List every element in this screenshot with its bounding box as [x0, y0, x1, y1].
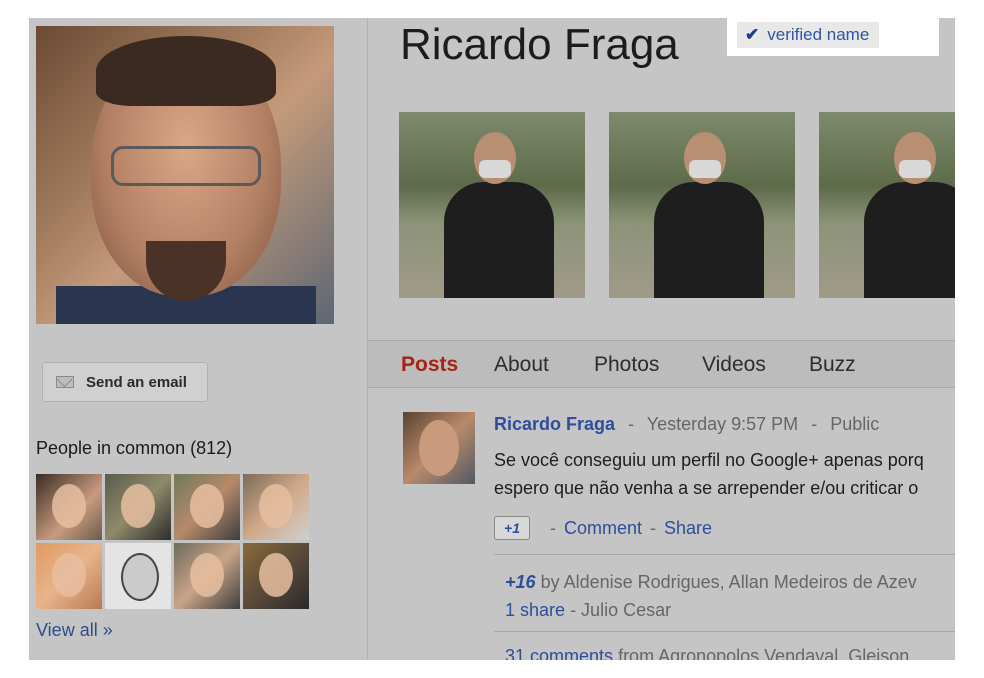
post-author-avatar[interactable]	[403, 412, 475, 484]
tab-posts[interactable]: Posts	[401, 353, 458, 377]
comments-summary: 31 comments from Agronopolos Vendaval, G…	[505, 646, 909, 660]
people-in-common-heading: People in common (812)	[36, 438, 233, 458]
verified-label: verified name	[767, 25, 870, 44]
divider	[494, 631, 955, 632]
person-avatar[interactable]	[105, 543, 171, 609]
post-text-line: Se você conseguiu um perfil no Google+ a…	[494, 450, 924, 470]
tab-buzz[interactable]: Buzz	[809, 353, 856, 377]
person-avatar[interactable]	[105, 474, 171, 540]
comments-from-text: from Agronopolos Vendaval, Gleison	[618, 646, 910, 660]
post-visibility[interactable]: Public	[830, 414, 879, 434]
plus-count-link[interactable]: +16	[505, 572, 536, 592]
column-divider	[367, 18, 368, 660]
photo-thumbnail[interactable]	[609, 112, 795, 298]
send-email-button[interactable]: Send an email	[42, 362, 208, 402]
plus-one-button[interactable]: +1	[494, 516, 530, 540]
shares-link[interactable]: 1 share	[505, 600, 565, 620]
post-actions: +1 - Comment - Share	[494, 516, 712, 540]
post-text-line: espero que não venha a se arrepender e/o…	[494, 478, 919, 498]
person-avatar[interactable]	[174, 543, 240, 609]
post-body: Se você conseguiu um perfil no Google+ a…	[494, 446, 955, 502]
person-avatar[interactable]	[174, 474, 240, 540]
plus-ones-summary: +16 by Aldenise Rodrigues, Allan Medeiro…	[505, 572, 917, 593]
verified-badge[interactable]: ✔ verified name	[737, 22, 880, 48]
profile-page: Send an email People in common (812) Vie…	[29, 18, 955, 660]
profile-photo[interactable]	[36, 26, 334, 324]
mail-icon	[56, 376, 74, 388]
plus-by-text: by Aldenise Rodrigues, Allan Medeiros de…	[540, 572, 917, 592]
checkmark-icon: ✔	[745, 25, 760, 44]
share-link[interactable]: Share	[664, 518, 712, 539]
people-in-common-grid	[36, 474, 310, 609]
post-timestamp[interactable]: Yesterday 9:57 PM	[647, 414, 798, 434]
shares-summary: 1 share - Julio Cesar	[505, 600, 671, 621]
shares-by-text: - Julio Cesar	[570, 600, 672, 620]
send-email-label: Send an email	[86, 373, 187, 391]
comments-link[interactable]: 31 comments	[505, 646, 613, 660]
photo-thumbnail[interactable]	[399, 112, 585, 298]
tab-photos[interactable]: Photos	[594, 353, 659, 377]
view-all-link[interactable]: View all »	[36, 620, 113, 641]
post-author-link[interactable]: Ricardo Fraga	[494, 414, 615, 434]
post-header: Ricardo Fraga - Yesterday 9:57 PM - Publ…	[494, 414, 880, 434]
profile-name: Ricardo Fraga	[400, 20, 679, 69]
verified-badge-panel: ✔ verified name	[727, 18, 939, 56]
person-avatar[interactable]	[243, 543, 309, 609]
photo-thumbnail[interactable]	[819, 112, 955, 298]
tab-videos[interactable]: Videos	[702, 353, 766, 377]
tab-about[interactable]: About	[494, 353, 549, 377]
comment-link[interactable]: Comment	[564, 518, 642, 539]
divider	[494, 554, 955, 555]
person-avatar[interactable]	[243, 474, 309, 540]
person-avatar[interactable]	[36, 543, 102, 609]
profile-tabs: Posts About Photos Videos Buzz	[368, 340, 955, 388]
person-avatar[interactable]	[36, 474, 102, 540]
